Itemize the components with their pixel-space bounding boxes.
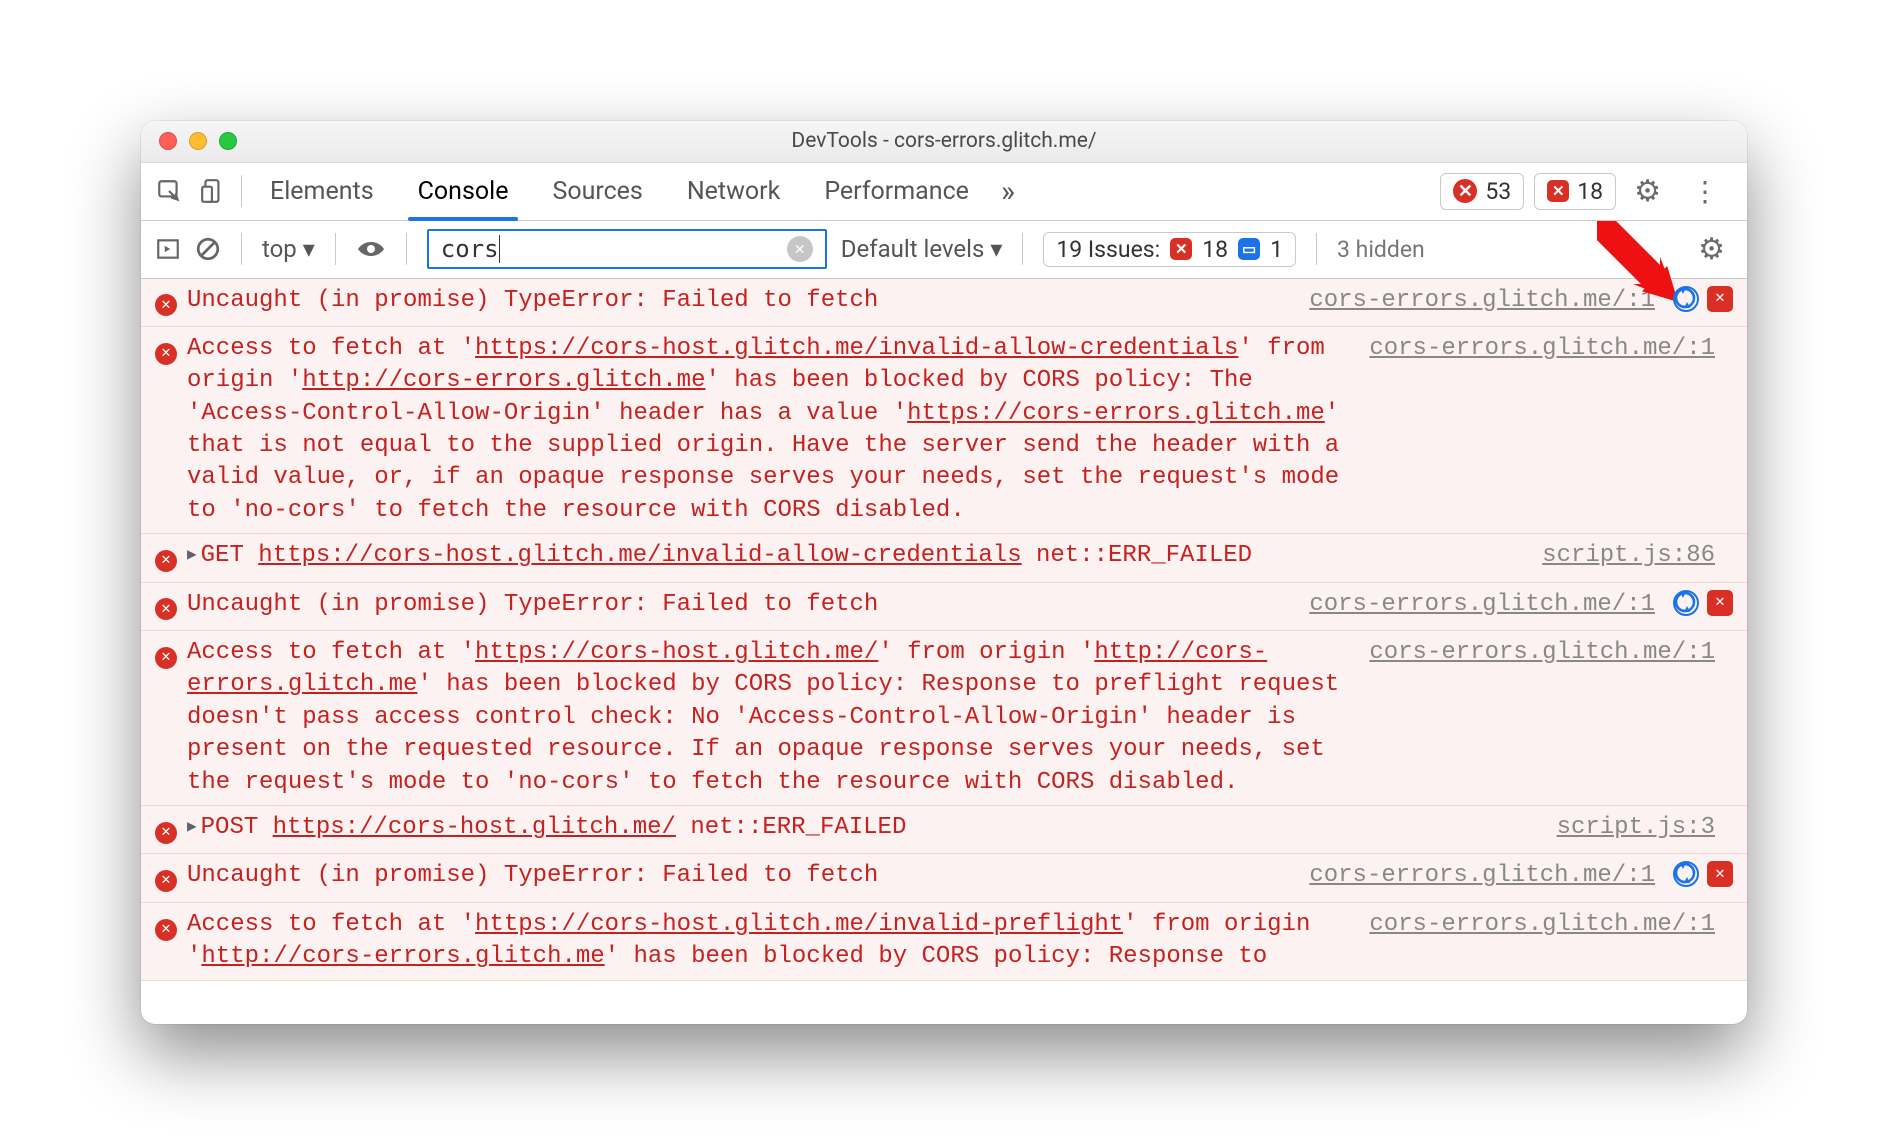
- more-tabs-icon[interactable]: »: [991, 174, 1025, 209]
- console-row: ✕ ▶POST https://cors-host.glitch.me/ net…: [141, 806, 1747, 854]
- issues-info-count: 1: [1270, 236, 1283, 263]
- context-selector[interactable]: top ▾: [262, 235, 315, 263]
- console-row: ✕ Uncaught (in promise) TypeError: Faile…: [141, 583, 1747, 631]
- console-settings-icon[interactable]: ⚙: [1690, 232, 1733, 267]
- device-toolbar-icon[interactable]: [191, 178, 235, 204]
- error-icon: ✕: [155, 550, 177, 572]
- issues-pill[interactable]: ✕ 18: [1534, 173, 1616, 210]
- devtools-window: DevTools - cors-errors.glitch.me/ Elemen…: [141, 121, 1747, 1024]
- tab-console[interactable]: Console: [396, 163, 531, 220]
- separator: [406, 233, 407, 265]
- error-message: Access to fetch at 'https://cors-host.gl…: [187, 639, 1339, 796]
- issues-count: 18: [1577, 178, 1603, 205]
- source-link[interactable]: cors-errors.glitch.me/:1: [1289, 285, 1663, 320]
- issue-icon[interactable]: ✕: [1707, 861, 1733, 887]
- http-method: POST: [201, 814, 259, 841]
- devtools-tabbar: Elements Console Sources Network Perform…: [141, 163, 1747, 221]
- separator: [241, 175, 242, 207]
- console-row: ✕ Uncaught (in promise) TypeError: Faile…: [141, 279, 1747, 327]
- issue-info-icon: ▭: [1238, 238, 1260, 260]
- console-output: ✕ Uncaught (in promise) TypeError: Faile…: [141, 279, 1747, 1024]
- traffic-lights: [141, 132, 237, 150]
- console-row: ✕ ▶GET https://cors-host.glitch.me/inval…: [141, 534, 1747, 582]
- url-link[interactable]: https://cors-host.glitch.me/invalid-pref…: [475, 911, 1123, 938]
- error-message: Access to fetch at 'https://cors-host.gl…: [187, 335, 1339, 524]
- refresh-icon[interactable]: [1673, 286, 1699, 312]
- error-message: Uncaught (in promise) TypeError: Failed …: [187, 591, 878, 618]
- net-error: net::ERR_FAILED: [1036, 542, 1252, 569]
- issues-label: 19 Issues:: [1056, 236, 1160, 263]
- url-link[interactable]: https://cors-host.glitch.me/: [475, 639, 878, 666]
- text-cursor: [499, 235, 500, 263]
- net-error: net::ERR_FAILED: [690, 814, 906, 841]
- url-link[interactable]: https://cors-host.glitch.me/: [273, 814, 676, 841]
- url-link[interactable]: http://cors-errors.glitch.me: [302, 367, 705, 394]
- zoom-button[interactable]: [219, 132, 237, 150]
- console-row: ✕ Uncaught (in promise) TypeError: Faile…: [141, 854, 1747, 902]
- separator: [1022, 233, 1023, 265]
- errors-pill[interactable]: ✕ 53: [1440, 173, 1524, 210]
- clear-console-icon[interactable]: [195, 236, 221, 262]
- error-icon: ✕: [155, 919, 177, 941]
- issues-summary[interactable]: 19 Issues: ✕ 18 ▭ 1: [1043, 232, 1296, 267]
- error-icon: ✕: [155, 870, 177, 892]
- issue-error-icon: ✕: [1170, 238, 1192, 260]
- tab-elements[interactable]: Elements: [248, 163, 396, 220]
- filter-input[interactable]: cors ✕: [427, 229, 827, 269]
- error-message: Uncaught (in promise) TypeError: Failed …: [187, 287, 878, 314]
- error-icon: ✕: [155, 822, 177, 844]
- separator: [241, 233, 242, 265]
- issue-icon[interactable]: ✕: [1707, 590, 1733, 616]
- filter-value: cors: [441, 235, 499, 263]
- separator: [335, 233, 336, 265]
- hidden-messages[interactable]: 3 hidden: [1337, 236, 1425, 263]
- settings-icon[interactable]: ⚙: [1626, 174, 1669, 209]
- source-link[interactable]: cors-errors.glitch.me/:1: [1349, 637, 1723, 799]
- expand-icon[interactable]: ▶: [187, 546, 197, 564]
- minimize-button[interactable]: [189, 132, 207, 150]
- console-row: ✕ Access to fetch at 'https://cors-host.…: [141, 327, 1747, 534]
- console-row: ✕ Access to fetch at 'https://cors-host.…: [141, 631, 1747, 806]
- source-link[interactable]: cors-errors.glitch.me/:1: [1349, 909, 1723, 974]
- errors-count: 53: [1485, 178, 1511, 205]
- select-element-icon[interactable]: [147, 178, 191, 204]
- http-method: GET: [201, 542, 244, 569]
- error-icon: ✕: [155, 647, 177, 669]
- issues-err-count: 18: [1202, 236, 1228, 263]
- source-link[interactable]: cors-errors.glitch.me/:1: [1349, 333, 1723, 527]
- error-message: Access to fetch at 'https://cors-host.gl…: [187, 911, 1310, 970]
- error-icon: ✕: [155, 343, 177, 365]
- refresh-icon[interactable]: [1673, 590, 1699, 616]
- url-link[interactable]: https://cors-host.glitch.me/invalid-allo…: [475, 335, 1238, 362]
- error-icon: ✕: [155, 294, 177, 316]
- error-icon: ✕: [155, 598, 177, 620]
- source-link[interactable]: cors-errors.glitch.me/:1: [1289, 589, 1663, 624]
- sidebar-toggle-icon[interactable]: [155, 236, 181, 262]
- more-menu-icon[interactable]: ⋮: [1679, 175, 1731, 208]
- console-row: ✕ Access to fetch at 'https://cors-host.…: [141, 903, 1747, 981]
- source-link[interactable]: script.js:86: [1522, 540, 1723, 575]
- url-link[interactable]: https://cors-errors.glitch.me: [907, 400, 1325, 427]
- refresh-icon[interactable]: [1673, 861, 1699, 887]
- close-button[interactable]: [159, 132, 177, 150]
- issue-icon[interactable]: ✕: [1707, 286, 1733, 312]
- titlebar: DevTools - cors-errors.glitch.me/: [141, 121, 1747, 163]
- tab-network[interactable]: Network: [665, 163, 802, 220]
- tab-performance[interactable]: Performance: [802, 163, 991, 220]
- clear-filter-icon[interactable]: ✕: [787, 236, 813, 262]
- separator: [1316, 233, 1317, 265]
- live-expression-icon[interactable]: [356, 239, 386, 259]
- url-link[interactable]: https://cors-host.glitch.me/invalid-allo…: [258, 542, 1021, 569]
- window-title: DevTools - cors-errors.glitch.me/: [141, 129, 1747, 153]
- source-link[interactable]: cors-errors.glitch.me/:1: [1289, 860, 1663, 895]
- error-message: Uncaught (in promise) TypeError: Failed …: [187, 862, 878, 889]
- issue-icon: ✕: [1547, 180, 1569, 202]
- log-level-selector[interactable]: Default levels ▾: [841, 235, 1003, 263]
- console-toolbar: top ▾ cors ✕ Default levels ▾ 19 Issues:…: [141, 221, 1747, 279]
- url-link[interactable]: http://cors-errors.glitch.me: [201, 943, 604, 970]
- tab-sources[interactable]: Sources: [530, 163, 664, 220]
- source-link[interactable]: script.js:3: [1537, 812, 1723, 847]
- error-icon: ✕: [1453, 179, 1477, 203]
- expand-icon[interactable]: ▶: [187, 818, 197, 836]
